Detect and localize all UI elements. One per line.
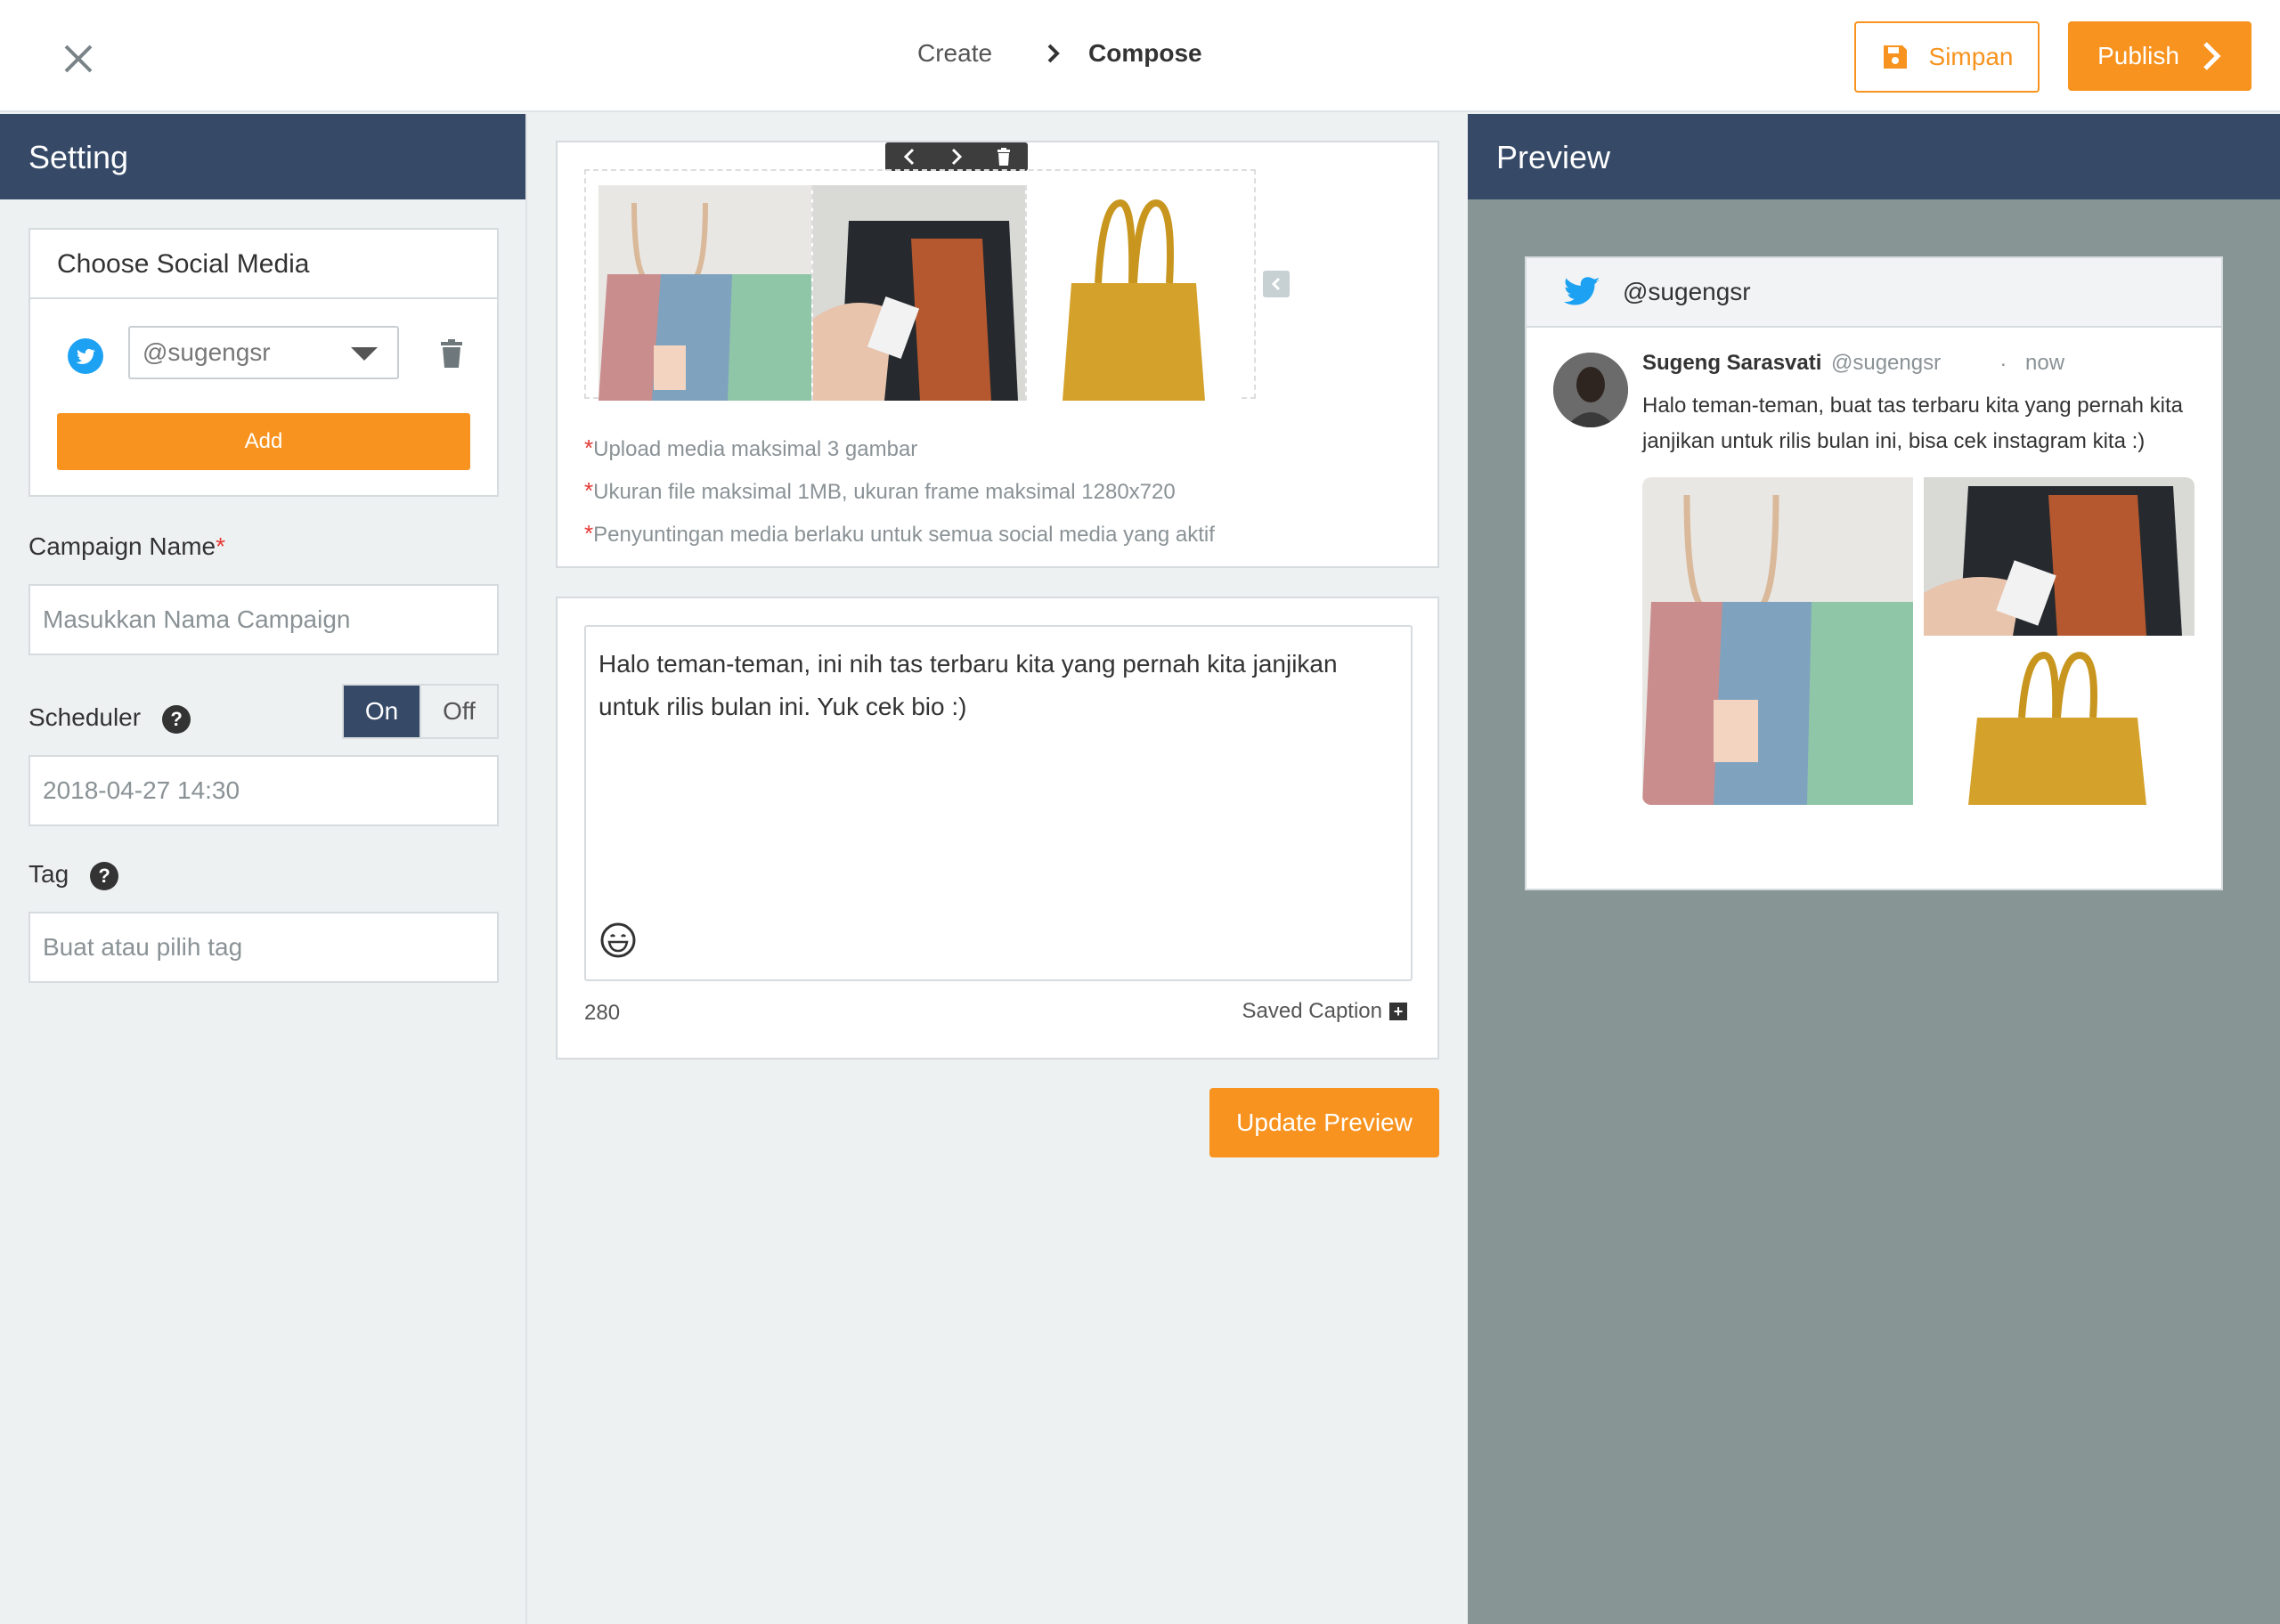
preview-title: Preview xyxy=(1468,114,2280,199)
media-thumbnail[interactable] xyxy=(598,185,813,401)
tweet-preview-header: @sugengsr xyxy=(1527,258,2221,328)
chevron-right-icon[interactable] xyxy=(949,147,964,166)
preview-panel: Preview @sugengsr Sugeng Sarasvati @suge… xyxy=(1468,114,2280,1624)
floppy-disk-icon xyxy=(1883,45,1907,69)
tweet-author-name: Sugeng Sarasvati xyxy=(1642,351,1822,375)
top-bar: Create Compose Simpan Publish xyxy=(0,0,2280,112)
caption-card: Halo teman-teman, ini nih tas terbaru ki… xyxy=(556,597,1439,1060)
campaign-name-input[interactable]: Masukkan Nama Campaign xyxy=(28,584,499,655)
close-icon[interactable] xyxy=(55,36,102,82)
tweet-preview-card: @sugengsr Sugeng Sarasvati @sugengsr . n… xyxy=(1525,256,2223,890)
help-icon[interactable]: ? xyxy=(90,861,119,890)
media-thumbnails xyxy=(584,169,1256,401)
settings-title: Setting xyxy=(0,114,525,199)
publish-button-label: Publish xyxy=(2097,42,2179,69)
tweet-separator: . xyxy=(2000,347,2007,371)
save-button-label: Simpan xyxy=(1928,43,2014,70)
social-media-card: Choose Social Media @sugengsr Add xyxy=(28,228,499,497)
save-button[interactable]: Simpan xyxy=(1854,21,2040,93)
twitter-icon xyxy=(1564,277,1600,305)
toggle-on[interactable]: On xyxy=(344,686,419,737)
toggle-off[interactable]: Off xyxy=(419,686,497,737)
scheduler-label: Scheduler? xyxy=(28,703,191,734)
breadcrumb: Create Compose xyxy=(917,39,1202,68)
saved-caption-button[interactable]: Saved Caption + xyxy=(1242,999,1407,1024)
breadcrumb-create[interactable]: Create xyxy=(917,39,992,68)
media-thumbnail[interactable] xyxy=(812,185,1028,401)
preview-account: @sugengsr xyxy=(1623,278,1751,305)
media-note-text: Penyuntingan media berlaku untuk semua s… xyxy=(593,523,1215,547)
settings-panel: Setting Choose Social Media @sugengsr Ad… xyxy=(0,114,527,1624)
tweet-image xyxy=(1924,477,2194,636)
saved-caption-label: Saved Caption xyxy=(1242,999,1382,1023)
social-account-row: @sugengsr xyxy=(30,299,497,406)
scheduler-label-text: Scheduler xyxy=(28,703,142,731)
required-marker: * xyxy=(584,434,594,461)
scheduler-toggle: On Off xyxy=(342,684,499,739)
media-card: *Upload media maksimal 3 gambar *Ukuran … xyxy=(556,141,1439,568)
help-icon[interactable]: ? xyxy=(162,704,191,734)
caption-textarea[interactable]: Halo teman-teman, ini nih tas terbaru ki… xyxy=(584,625,1413,981)
tag-label-text: Tag xyxy=(28,860,69,888)
avatar xyxy=(1553,353,1628,427)
emoji-icon[interactable] xyxy=(598,921,638,960)
media-thumbnail[interactable] xyxy=(1027,185,1242,401)
campaign-name-label: Campaign Name* xyxy=(28,532,225,561)
chevron-right-icon xyxy=(1047,44,1060,63)
chevron-right-icon xyxy=(2203,42,2221,70)
tweet-image xyxy=(1642,477,1913,805)
breadcrumb-compose: Compose xyxy=(1088,39,1202,67)
media-toolbar xyxy=(885,142,1028,171)
required-marker: * xyxy=(584,477,594,504)
media-note-text: Ukuran file maksimal 1MB, ukuran frame m… xyxy=(593,480,1176,504)
tag-label: Tag? xyxy=(28,860,119,890)
media-note: *Penyuntingan media berlaku untuk semua … xyxy=(584,520,1215,548)
caret-down-icon xyxy=(351,347,378,361)
social-media-card-title: Choose Social Media xyxy=(30,230,497,299)
tweet-text: Halo teman-teman, buat tas terbaru kita … xyxy=(1642,394,2184,453)
chevron-left-icon[interactable] xyxy=(902,147,916,166)
plus-icon: + xyxy=(1389,1003,1407,1020)
required-marker: * xyxy=(216,532,226,560)
scheduler-datetime-input[interactable]: 2018-04-27 14:30 xyxy=(28,755,499,826)
media-note: *Upload media maksimal 3 gambar xyxy=(584,434,917,462)
required-marker: * xyxy=(584,520,594,547)
character-count: 280 xyxy=(584,1001,621,1025)
tweet-author-handle: @sugengsr xyxy=(1831,351,1942,375)
add-account-button[interactable]: Add xyxy=(57,413,470,470)
chevron-left-icon xyxy=(1271,277,1281,291)
trash-icon[interactable] xyxy=(438,338,465,369)
account-select[interactable]: @sugengsr xyxy=(128,326,399,379)
media-note-text: Upload media maksimal 3 gambar xyxy=(593,437,918,461)
tag-input[interactable]: Buat atau pilih tag xyxy=(28,912,499,983)
collapse-media-button[interactable] xyxy=(1263,271,1290,297)
tweet-image xyxy=(1924,646,2194,805)
campaign-name-label-text: Campaign Name xyxy=(28,532,216,560)
account-select-value: @sugengsr xyxy=(142,338,271,366)
publish-button[interactable]: Publish xyxy=(2068,21,2252,91)
caption-text: Halo teman-teman, ini nih tas terbaru ki… xyxy=(598,650,1338,720)
update-preview-button[interactable]: Update Preview xyxy=(1209,1088,1439,1157)
trash-icon[interactable] xyxy=(997,148,1011,166)
media-note: *Ukuran file maksimal 1MB, ukuran frame … xyxy=(584,477,1176,505)
twitter-icon xyxy=(68,338,103,374)
tweet-timestamp: now xyxy=(2025,351,2065,375)
